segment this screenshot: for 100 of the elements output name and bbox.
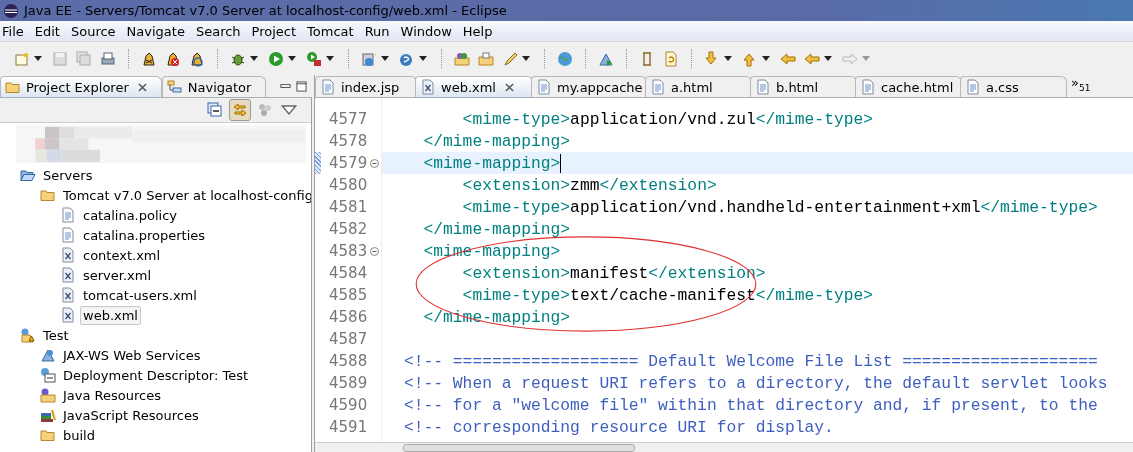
menu-item[interactable]: File (0, 23, 31, 39)
dropdown-caret-icon[interactable] (381, 56, 389, 61)
window-title: Java EE - Servers/Tomcat v7.0 Server at localhost-config/web.xml - Eclipse (24, 3, 507, 18)
menu-item[interactable]: Source (66, 23, 123, 39)
editor-tab[interactable]: my.appcache (531, 76, 647, 97)
xml-file-icon (60, 267, 76, 283)
folder-icon (40, 427, 56, 443)
code-line: </mime-mapping> (422, 219, 571, 239)
scrollbar[interactable] (315, 442, 1133, 452)
tree-item[interactable]: Java Resources (60, 385, 164, 405)
line-number: 4581 (329, 198, 369, 216)
line-number: 4587 (329, 330, 369, 348)
line-number: 4577 (329, 110, 369, 128)
code-line: <mime-type>text/cache-manifest</mime-type> (461, 285, 873, 305)
line-number: 4588 (329, 352, 369, 370)
view-tab[interactable]: Project Explorer (0, 76, 162, 97)
folder-icon (20, 167, 36, 183)
editor-tab[interactable]: a.html (645, 76, 752, 97)
tree-item[interactable]: web.xml (80, 305, 141, 325)
menu-item[interactable]: Search (191, 23, 248, 39)
xml-file-icon (420, 79, 436, 95)
code-line: <extension>zmm</extension> (461, 175, 717, 195)
document-icon (965, 79, 981, 95)
tree-item[interactable]: JAX-WS Web Services (60, 345, 204, 365)
editor-tab[interactable]: b.html (750, 76, 857, 97)
xml-file-icon (60, 247, 76, 263)
line-number: 4591 (329, 418, 369, 436)
menu-item[interactable]: Run (360, 23, 397, 39)
dropdown-caret-icon[interactable] (522, 56, 530, 61)
collapse-all-icon[interactable] (205, 100, 225, 120)
line-number: 4586 (329, 308, 369, 326)
document-icon (320, 79, 336, 95)
tree-item[interactable]: Servers (40, 165, 96, 185)
dropdown-caret-icon[interactable] (326, 56, 334, 61)
line-number: 4579 (329, 154, 369, 172)
code-line: <!-- When a request URI refers to a directory, the default servlet looks (404, 373, 1108, 393)
dropdown-caret-icon[interactable] (288, 56, 296, 61)
document-icon (755, 79, 771, 95)
tree-item[interactable]: JavaScript Resources (60, 405, 202, 425)
line-number: 4578 (329, 132, 369, 150)
editor-tab[interactable]: index.jsp (315, 76, 417, 97)
pen-icon[interactable] (502, 50, 518, 67)
tree-item[interactable]: server.xml (80, 265, 155, 285)
code-line: <!-- corresponding resource URI for display. (404, 417, 834, 437)
line-number: 4580 (329, 176, 369, 194)
editor-tab[interactable]: web.xml (415, 76, 533, 97)
document-icon (60, 207, 76, 223)
menu-item[interactable]: Edit (30, 23, 67, 39)
code-line: </mime-mapping> (422, 131, 571, 151)
document-icon (60, 227, 76, 243)
dropdown-caret-icon[interactable] (824, 56, 832, 61)
line-number: 4583 (329, 242, 369, 260)
line-number: 4582 (329, 220, 369, 238)
dropdown-caret-icon[interactable] (419, 56, 427, 61)
line-number: 4585 (329, 286, 369, 304)
dropdown-caret-icon[interactable] (34, 56, 42, 61)
close-icon[interactable] (505, 82, 514, 92)
document-icon (536, 79, 552, 95)
document-icon (650, 79, 666, 95)
fold-icon[interactable] (370, 246, 379, 256)
tree-item[interactable]: Tomcat v7.0 Server at localhost-config (60, 185, 311, 205)
line-number: 4590 (329, 396, 369, 414)
dropdown-caret-icon[interactable] (762, 56, 770, 61)
folder-icon (40, 187, 56, 203)
menu-item[interactable]: Project (247, 23, 304, 39)
print-icon[interactable] (100, 50, 116, 67)
run-icon[interactable] (268, 50, 284, 67)
run-server-icon[interactable] (306, 50, 322, 67)
close-icon[interactable] (137, 82, 147, 92)
tree-item[interactable]: catalina.policy (80, 205, 180, 225)
menu-item[interactable]: Help (458, 23, 500, 39)
text-cursor (560, 153, 562, 173)
tree-item[interactable]: Test (40, 325, 72, 345)
code-line: <!-- for a "welcome file" within that directory and, if present, to the (404, 395, 1098, 415)
app-icon (3, 2, 19, 19)
view-tab[interactable]: Navigator (161, 76, 267, 97)
editor-tab[interactable]: cache.html (855, 76, 962, 97)
books-icon (40, 407, 56, 423)
menu-item[interactable]: Navigate (122, 23, 192, 39)
tree-item[interactable]: catalina.properties (80, 225, 209, 245)
tree-item[interactable]: context.xml (80, 245, 164, 265)
tree-item[interactable]: build (60, 425, 98, 445)
tree-item[interactable]: Deployment Descriptor: Test (60, 365, 252, 385)
code-line: <mime-type>application/vnd.handheld-entertainment+xml</mime-type> (461, 197, 1098, 217)
globe-icon[interactable] (557, 50, 573, 67)
document-icon (860, 79, 876, 95)
dropdown-caret-icon[interactable] (724, 56, 732, 61)
maximize-icon[interactable] (296, 81, 307, 92)
xml-file-icon (60, 287, 76, 303)
dropdown-caret-icon[interactable] (250, 56, 258, 61)
fold-icon[interactable] (370, 158, 379, 168)
code-line: <mime-type>application/vnd.zul</mime-type> (461, 109, 873, 129)
code-line: <mime-mapping> (422, 153, 562, 173)
folder-icon (5, 79, 21, 95)
menu-item[interactable]: Tomcat (303, 23, 361, 39)
code-line: <extension>manifest</extension> (461, 263, 766, 283)
menu-item[interactable]: Window (396, 23, 459, 39)
tree-item[interactable]: tomcat-users.xml (80, 285, 200, 305)
editor-tab[interactable]: a.css (960, 76, 1067, 97)
navigator-icon (166, 79, 183, 95)
